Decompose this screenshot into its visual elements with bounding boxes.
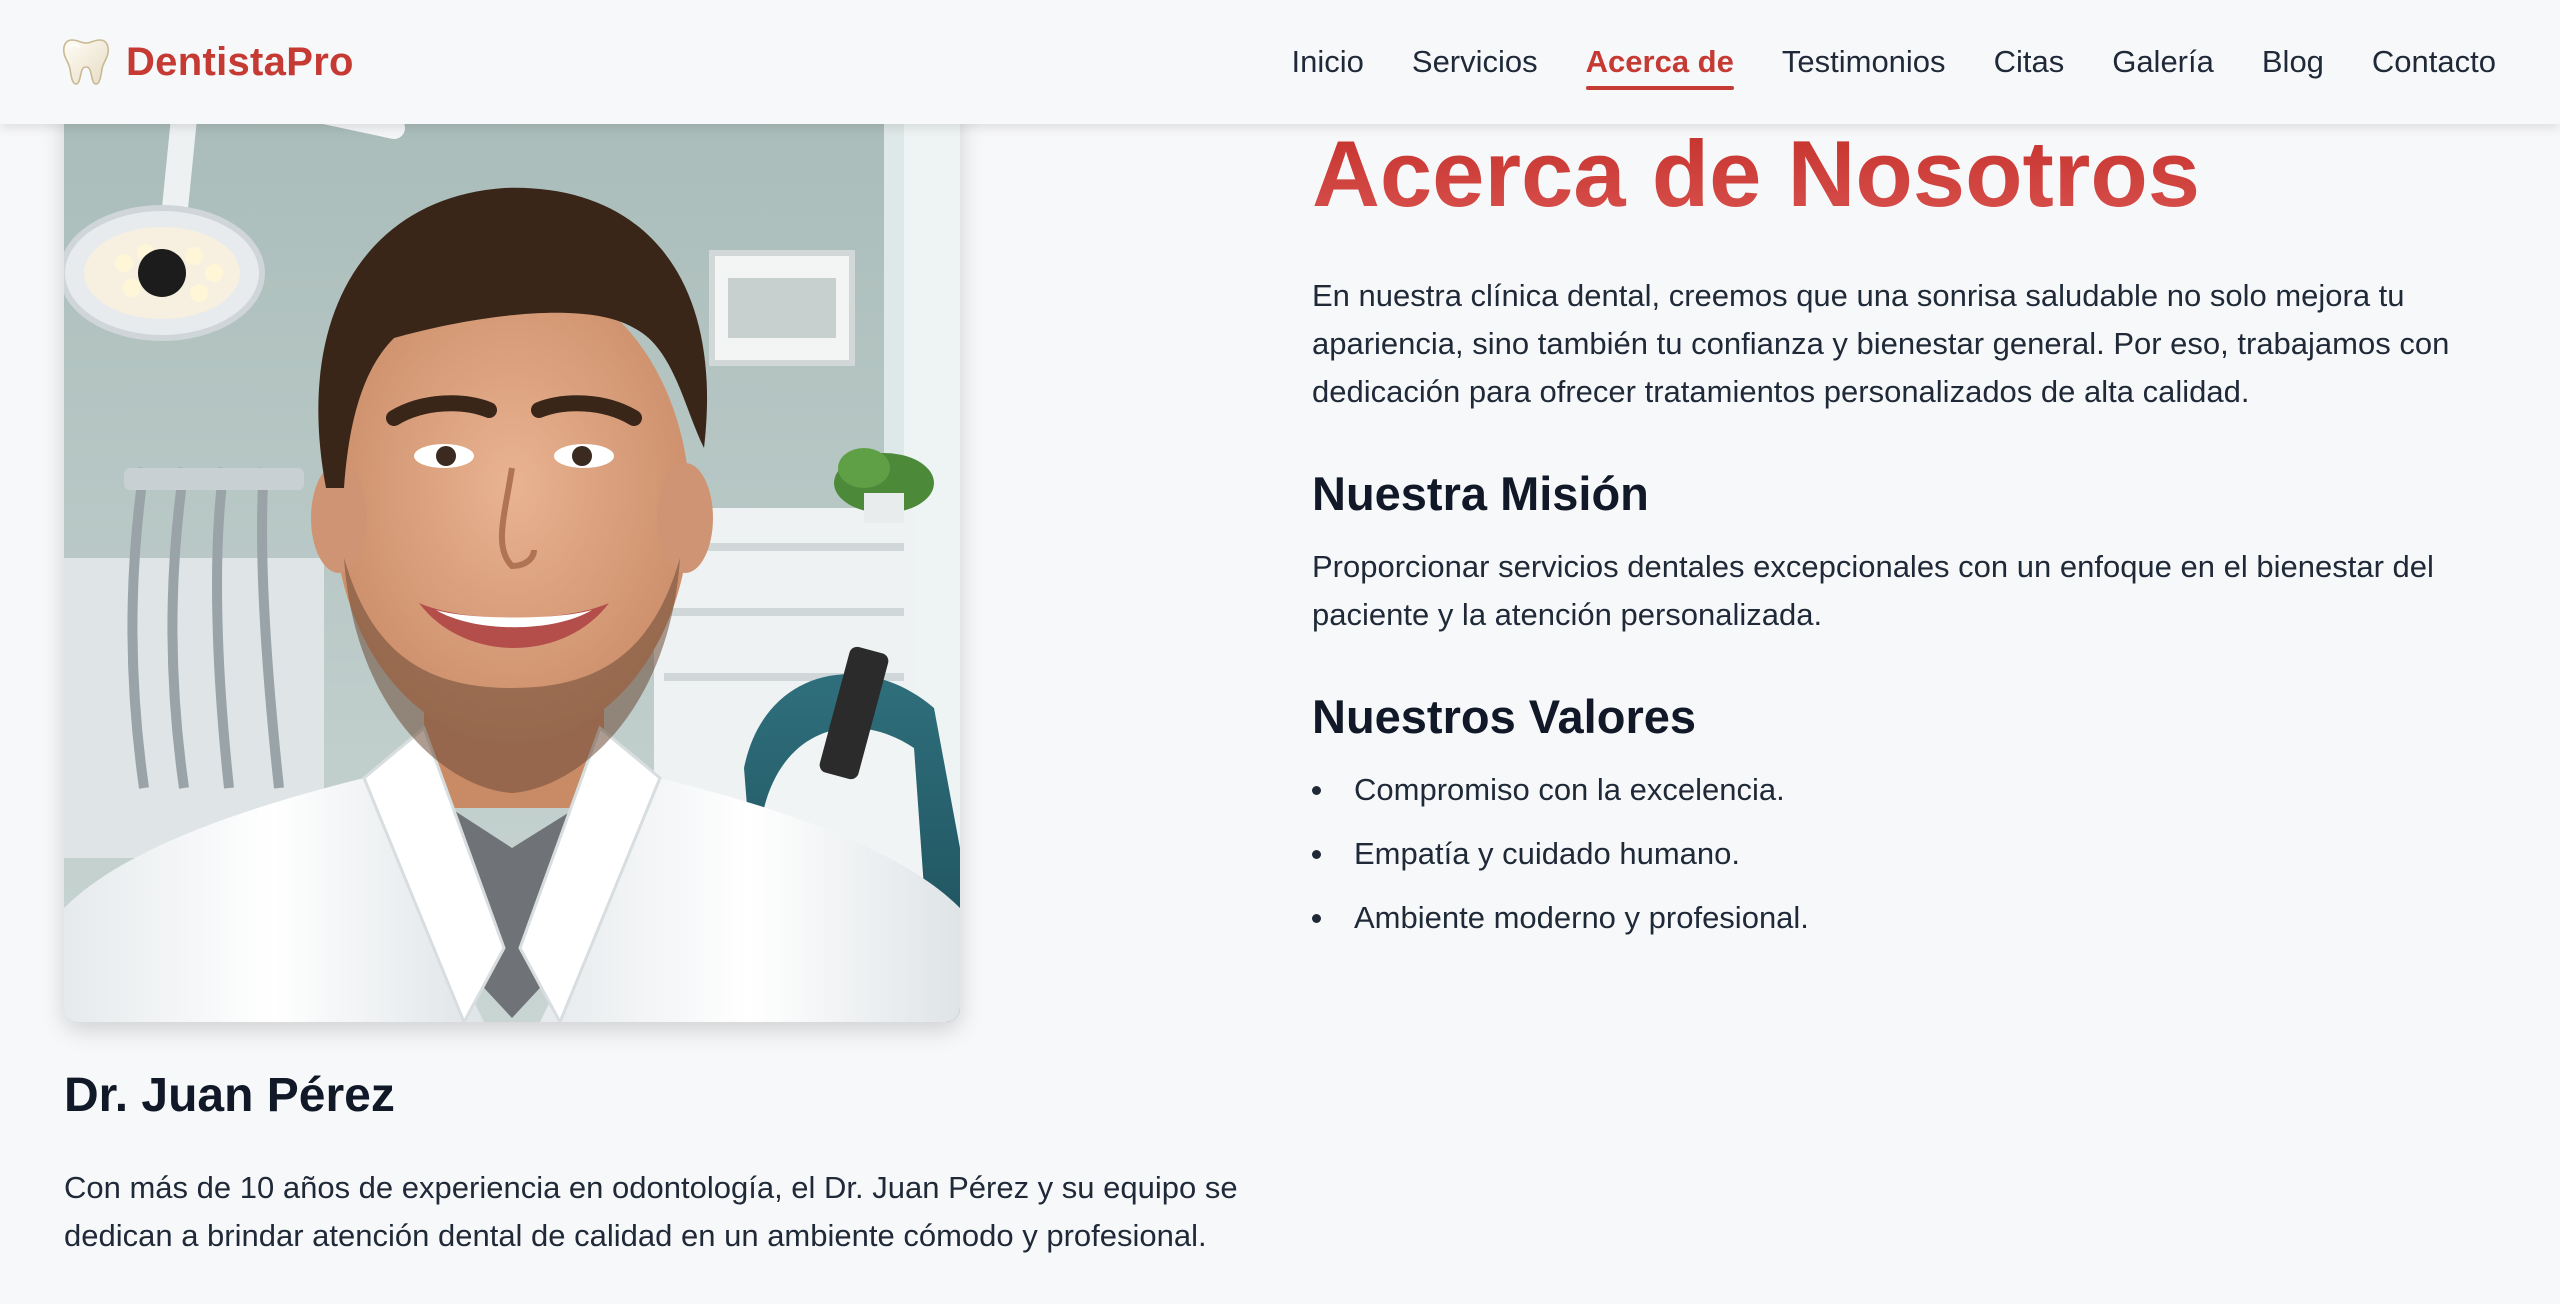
bullet-icon (1312, 786, 1321, 795)
page-title: Acerca de Nosotros (1312, 118, 2502, 230)
mission-text: Proporcionar servicios dentales excepcio… (1312, 549, 2434, 632)
about-section: Acerca de Nosotros En nuestra clínica de… (1312, 118, 2502, 958)
main-nav: Inicio Servicios Acerca de Testimonios C… (1244, 36, 2496, 90)
nav-item-inicio[interactable]: Inicio (1292, 36, 1364, 88)
value-text: Compromiso con la excelencia. (1354, 772, 1785, 807)
brand-name: DentistaPro (126, 39, 354, 84)
nav-item-testimonios[interactable]: Testimonios (1782, 36, 1946, 88)
value-item: Empatía y cuidado humano. (1312, 830, 2502, 878)
nav-item-acerca-de[interactable]: Acerca de (1585, 36, 1735, 90)
bullet-icon (1312, 914, 1321, 923)
page: DentistaPro Inicio Servicios Acerca de T… (0, 0, 2560, 1304)
value-item: Ambiente moderno y profesional. (1312, 894, 2502, 942)
values-title: Nuestros Valores (1312, 690, 1697, 743)
value-text: Ambiente moderno y profesional. (1354, 900, 1809, 935)
intro-paragraph: En nuestra clínica dental, creemos que u… (1312, 278, 2450, 409)
tooth-icon (62, 39, 110, 85)
value-text: Empatía y cuidado humano. (1354, 836, 1741, 871)
mission-title: Nuestra Misión (1312, 467, 1649, 520)
brand-logo-link[interactable]: DentistaPro (62, 34, 354, 90)
value-item: Compromiso con la excelencia. (1312, 766, 2502, 814)
nav-item-citas[interactable]: Citas (1994, 36, 2065, 88)
doctor-bio: Con más de 10 años de experiencia en odo… (64, 1170, 1238, 1253)
site-header: DentistaPro Inicio Servicios Acerca de T… (0, 0, 2560, 124)
doctor-name: Dr. Juan Pérez (64, 1069, 395, 1122)
doctor-photo (64, 88, 960, 1022)
nav-item-blog[interactable]: Blog (2262, 36, 2324, 88)
bullet-icon (1312, 850, 1321, 859)
nav-item-servicios[interactable]: Servicios (1412, 36, 1538, 88)
nav-item-galeria[interactable]: Galería (2112, 36, 2214, 88)
nav-item-contacto[interactable]: Contacto (2372, 36, 2496, 88)
values-list: Compromiso con la excelencia. Empatía y … (1312, 766, 2502, 942)
